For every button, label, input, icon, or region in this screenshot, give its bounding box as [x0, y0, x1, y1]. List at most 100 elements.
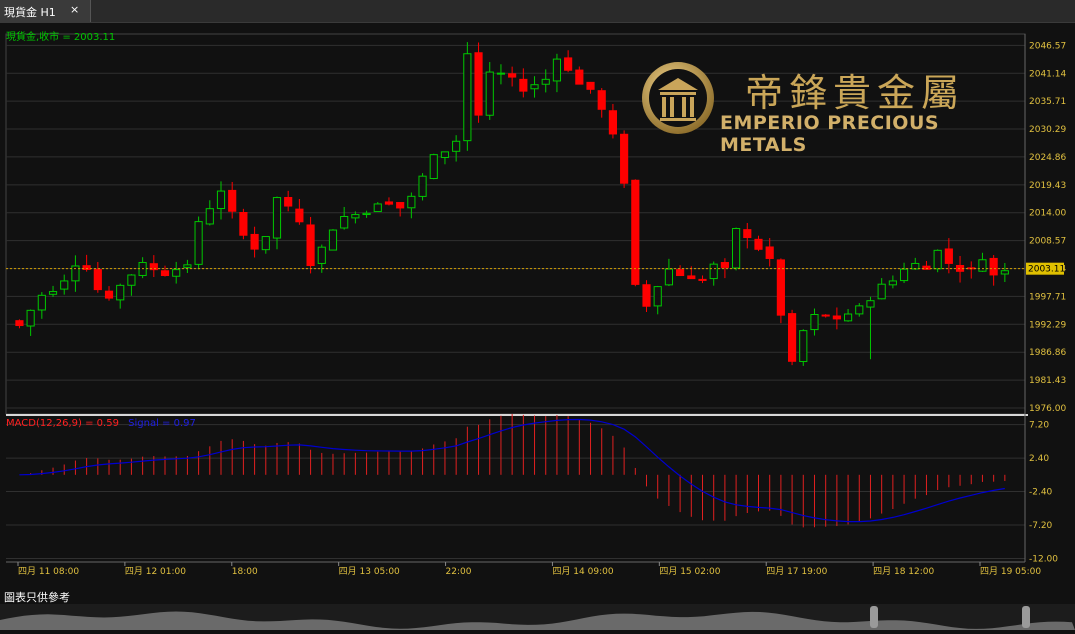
- candle-body: [407, 195, 416, 209]
- candle: [821, 314, 830, 318]
- candle: [765, 238, 774, 267]
- candle-body: [362, 212, 371, 216]
- candle: [888, 275, 897, 289]
- x-tick-label: 四月 19 05:00: [980, 566, 1041, 577]
- candle-body: [429, 154, 438, 179]
- candle: [754, 235, 763, 252]
- candle: [407, 192, 416, 219]
- candle: [776, 258, 785, 324]
- candle: [384, 197, 394, 206]
- x-tick-label: 四月 14 09:00: [552, 566, 613, 577]
- macd-tick-label: -12.00: [1029, 555, 1058, 565]
- tab-label: 現貨金 H1: [4, 6, 56, 19]
- candle: [967, 261, 976, 279]
- x-tick-label: 四月 17 19:00: [766, 566, 827, 577]
- candle-body: [205, 208, 214, 225]
- candle-body: [933, 249, 942, 270]
- candle-body: [474, 52, 483, 116]
- current-price-label: 2003.11: [1028, 265, 1065, 275]
- candle-body: [127, 274, 136, 286]
- candle-body: [608, 110, 618, 135]
- candle-body: [799, 330, 808, 363]
- candle-body: [899, 268, 909, 282]
- x-tick-label: 四月 13 05:00: [339, 566, 400, 577]
- candle: [15, 319, 24, 329]
- scroll-overview: [0, 604, 1075, 630]
- candle-body: [250, 233, 259, 250]
- candle: [93, 261, 102, 293]
- candle: [899, 262, 909, 284]
- candle: [172, 261, 181, 284]
- candle: [104, 286, 114, 301]
- candle-body: [172, 269, 181, 277]
- candle-body: [888, 280, 897, 286]
- price-tick-label: 2024.86: [1029, 153, 1066, 163]
- candle-body: [788, 313, 797, 362]
- candle-body: [340, 216, 349, 229]
- candle: [631, 179, 640, 287]
- candle-body: [866, 300, 875, 308]
- candle: [911, 257, 920, 270]
- candle: [676, 265, 685, 277]
- candle: [138, 257, 147, 279]
- candle: [955, 255, 965, 283]
- candle: [452, 135, 461, 162]
- macd-tick-label: -2.40: [1029, 488, 1053, 498]
- candle: [552, 53, 562, 93]
- candle: [373, 202, 382, 213]
- candle: [608, 103, 618, 139]
- candle-body: [104, 290, 114, 299]
- candle: [295, 198, 304, 225]
- candle: [586, 81, 595, 94]
- candle: [810, 308, 819, 336]
- candle-body: [261, 236, 270, 251]
- x-tick-label: 四月 12 01:00: [125, 566, 186, 577]
- candle-body: [485, 71, 494, 116]
- candle-body: [743, 229, 752, 238]
- candle-body: [821, 314, 830, 317]
- candle-body: [463, 53, 472, 142]
- price-tick-label: 1976.00: [1029, 404, 1066, 414]
- candle: [261, 236, 270, 254]
- x-tick-label: 18:00: [232, 567, 258, 577]
- candle: [519, 68, 528, 98]
- candle-body: [687, 275, 696, 280]
- candle-body: [552, 58, 562, 82]
- logo-chinese: 帝鋒貴金屬: [745, 71, 966, 115]
- candle-body: [620, 133, 629, 184]
- candle-body: [720, 262, 729, 268]
- candle: [362, 210, 371, 218]
- chart-area[interactable]: 2046.57 2041.14 2035.71 2030.29 2024.86 2019.…: [0, 22, 1075, 608]
- chart-scrollbar[interactable]: [0, 604, 1075, 630]
- candle-body: [810, 314, 819, 331]
- candle-body: [384, 201, 394, 205]
- candle: [216, 181, 226, 220]
- close-icon[interactable]: ×: [70, 3, 79, 16]
- logo-english: EMPERIO PRECIOUS METALS: [720, 112, 940, 156]
- candle-body: [664, 268, 673, 286]
- candle-body: [48, 291, 58, 295]
- candle-body: [732, 228, 741, 269]
- scroll-handle-left: [870, 606, 878, 628]
- candle-body: [978, 259, 987, 272]
- macd-tick-label: 2.40: [1029, 454, 1049, 464]
- candle-body: [944, 248, 953, 264]
- candle: [26, 309, 35, 336]
- candle-body: [642, 284, 651, 307]
- candle-body: [328, 229, 338, 251]
- macd-tick-label: -7.20: [1029, 521, 1053, 531]
- candle-body: [396, 202, 405, 209]
- candle-body: [698, 278, 707, 281]
- candle-body: [843, 313, 853, 322]
- candle: [396, 202, 405, 217]
- candle: [205, 200, 214, 226]
- candle: [429, 153, 438, 180]
- macd-tick-label: 7.20: [1029, 421, 1049, 431]
- candle: [474, 42, 483, 123]
- candle: [530, 76, 539, 98]
- tab-chart[interactable]: 現貨金 H1 ×: [0, 0, 91, 22]
- candle-body: [496, 72, 506, 75]
- candle-body: [911, 262, 920, 270]
- candle: [71, 255, 80, 292]
- x-tick-label: 四月 11 08:00: [18, 566, 79, 577]
